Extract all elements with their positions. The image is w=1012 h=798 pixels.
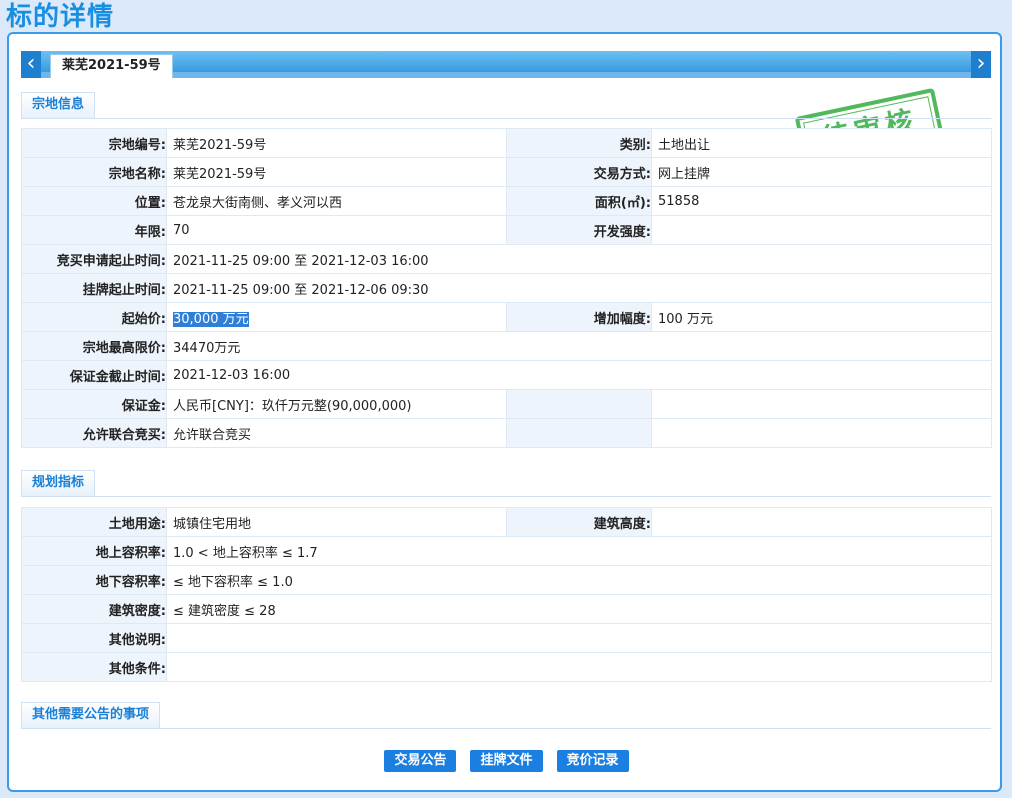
land-use-label: 土地用途: bbox=[21, 507, 167, 537]
table-row: 建筑密度: ≤ 建筑密度 ≤ 28 bbox=[21, 594, 992, 624]
table-row: 位置: 苍龙泉大街南侧、孝义河以西 面积(㎡): 51858 bbox=[21, 186, 992, 216]
apply-period-value: 2021-11-25 09:00 至 2021-12-03 16:00 bbox=[166, 244, 992, 274]
dev-intensity-value bbox=[651, 215, 992, 245]
building-height-label: 建筑高度: bbox=[506, 507, 652, 537]
empty-label bbox=[506, 418, 652, 448]
joint-bid-value: 允许联合竞买 bbox=[166, 418, 507, 448]
building-density-value: ≤ 建筑密度 ≤ 28 bbox=[166, 594, 992, 624]
parcel-name-label: 宗地名称: bbox=[21, 157, 167, 187]
deposit-deadline-value: 2021-12-03 16:00 bbox=[166, 360, 992, 390]
deposit-value: 人民币[CNY]：玖仟万元整(90,000,000) bbox=[166, 389, 507, 419]
category-value: 土地出让 bbox=[651, 128, 992, 158]
table-row: 土地用途: 城镇住宅用地 建筑高度: bbox=[21, 507, 992, 537]
other-conditions-value bbox=[166, 652, 992, 682]
page-title: 标的详情 bbox=[6, 2, 115, 32]
max-price-label: 宗地最高限价: bbox=[21, 331, 167, 361]
below-far-value: ≤ 地下容积率 ≤ 1.0 bbox=[166, 565, 992, 595]
table-row: 地下容积率: ≤ 地下容积率 ≤ 1.0 bbox=[21, 565, 992, 595]
detail-panel: ‹ 莱芜2021-59号 › 待审核 宗地信息 宗地编号: 莱芜2021-59号… bbox=[7, 32, 1002, 792]
deposit-label: 保证金: bbox=[21, 389, 167, 419]
bid-records-button[interactable]: 竞价记录 bbox=[556, 750, 629, 772]
apply-period-label: 竞买申请起止时间: bbox=[21, 244, 167, 274]
other-matters-tab[interactable]: 其他需要公告的事项 bbox=[21, 702, 161, 728]
building-height-value bbox=[651, 507, 992, 537]
table-row: 起始价: 30,000 万元 增加幅度: 100 万元 bbox=[21, 302, 992, 332]
max-price-value: 34470万元 bbox=[166, 331, 992, 361]
area-value: 51858 bbox=[651, 186, 992, 216]
table-row: 挂牌起止时间: 2021-11-25 09:00 至 2021-12-06 09… bbox=[21, 273, 992, 303]
below-far-label: 地下容积率: bbox=[21, 565, 167, 595]
location-label: 位置: bbox=[21, 186, 167, 216]
table-row: 其他条件: bbox=[21, 652, 992, 682]
empty-label bbox=[506, 389, 652, 419]
land-info-header: 宗地信息 bbox=[21, 92, 991, 119]
table-row: 地上容积率: 1.0 < 地上容积率 ≤ 1.7 bbox=[21, 536, 992, 566]
land-info-tab[interactable]: 宗地信息 bbox=[21, 92, 96, 118]
dev-intensity-label: 开发强度: bbox=[506, 215, 652, 245]
planning-tab[interactable]: 规划指标 bbox=[21, 470, 96, 496]
table-row: 保证金截止时间: 2021-12-03 16:00 bbox=[21, 360, 992, 390]
empty-value bbox=[651, 389, 992, 419]
parcel-name-value: 莱芜2021-59号 bbox=[166, 157, 507, 187]
next-arrow-icon[interactable]: › bbox=[971, 51, 991, 78]
term-value: 70 bbox=[166, 215, 507, 245]
other-conditions-label: 其他条件: bbox=[21, 652, 167, 682]
table-row: 宗地最高限价: 34470万元 bbox=[21, 331, 992, 361]
other-notes-value bbox=[166, 623, 992, 653]
table-row: 宗地名称: 莱芜2021-59号 交易方式: 网上挂牌 bbox=[21, 157, 992, 187]
increment-label: 增加幅度: bbox=[506, 302, 652, 332]
deposit-deadline-label: 保证金截止时间: bbox=[21, 360, 167, 390]
other-notes-label: 其他说明: bbox=[21, 623, 167, 653]
trade-method-label: 交易方式: bbox=[506, 157, 652, 187]
listing-docs-button[interactable]: 挂牌文件 bbox=[470, 750, 543, 772]
start-price-value: 30,000 万元 bbox=[173, 311, 249, 327]
tab-land-parcel[interactable]: 莱芜2021-59号 bbox=[50, 54, 173, 78]
table-row: 年限: 70 开发强度: bbox=[21, 215, 992, 245]
table-row: 其他说明: bbox=[21, 623, 992, 653]
prev-arrow-icon[interactable]: ‹ bbox=[21, 51, 41, 78]
table-row: 宗地编号: 莱芜2021-59号 类别: 土地出让 bbox=[21, 128, 992, 158]
trade-notice-button[interactable]: 交易公告 bbox=[384, 750, 457, 772]
other-matters-header: 其他需要公告的事项 bbox=[21, 702, 991, 729]
land-use-value: 城镇住宅用地 bbox=[166, 507, 507, 537]
above-far-label: 地上容积率: bbox=[21, 536, 167, 566]
land-info-table: 宗地编号: 莱芜2021-59号 类别: 土地出让 宗地名称: 莱芜2021-5… bbox=[21, 128, 992, 448]
building-density-label: 建筑密度: bbox=[21, 594, 167, 624]
location-value: 苍龙泉大街南侧、孝义河以西 bbox=[166, 186, 507, 216]
above-far-value: 1.0 < 地上容积率 ≤ 1.7 bbox=[166, 536, 992, 566]
joint-bid-label: 允许联合竞买: bbox=[21, 418, 167, 448]
action-buttons: 交易公告 挂牌文件 竞价记录 bbox=[9, 750, 1004, 772]
parcel-no-value: 莱芜2021-59号 bbox=[166, 128, 507, 158]
increment-value: 100 万元 bbox=[651, 302, 992, 332]
table-row: 保证金: 人民币[CNY]：玖仟万元整(90,000,000) bbox=[21, 389, 992, 419]
category-label: 类别: bbox=[506, 128, 652, 158]
table-row: 竞买申请起止时间: 2021-11-25 09:00 至 2021-12-03 … bbox=[21, 244, 992, 274]
empty-value bbox=[651, 418, 992, 448]
listing-period-value: 2021-11-25 09:00 至 2021-12-06 09:30 bbox=[166, 273, 992, 303]
table-row: 允许联合竞买: 允许联合竞买 bbox=[21, 418, 992, 448]
start-price-cell: 30,000 万元 bbox=[166, 302, 507, 332]
area-label: 面积(㎡): bbox=[506, 186, 652, 216]
trade-method-value: 网上挂牌 bbox=[651, 157, 992, 187]
planning-table: 土地用途: 城镇住宅用地 建筑高度: 地上容积率: 1.0 < 地上容积率 ≤ … bbox=[21, 507, 992, 682]
parcel-no-label: 宗地编号: bbox=[21, 128, 167, 158]
start-price-label: 起始价: bbox=[21, 302, 167, 332]
listing-period-label: 挂牌起止时间: bbox=[21, 273, 167, 303]
planning-header: 规划指标 bbox=[21, 470, 991, 497]
tab-bar: ‹ 莱芜2021-59号 › bbox=[21, 51, 991, 78]
term-label: 年限: bbox=[21, 215, 167, 245]
